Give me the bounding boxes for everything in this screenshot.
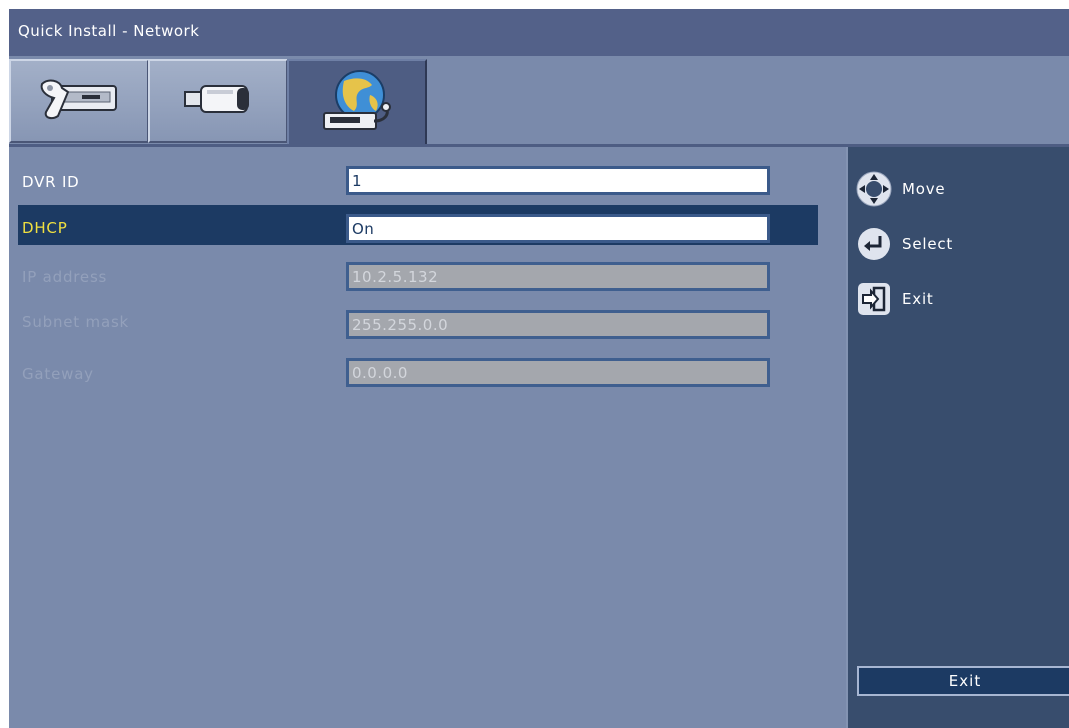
navigation-pad-icon — [854, 169, 894, 209]
ip-address-field: 10.2.5.132 — [346, 262, 770, 291]
hint-exit: Exit — [854, 279, 934, 319]
tab-camera[interactable] — [148, 59, 288, 143]
gateway-label: Gateway — [22, 365, 94, 383]
tab-bar — [9, 56, 1069, 146]
gateway-field: 0.0.0.0 — [346, 358, 770, 387]
hint-select: Select — [854, 224, 953, 264]
network-globe-icon — [314, 65, 400, 143]
ip-address-label: IP address — [22, 268, 108, 286]
title-bar: Quick Install - Network — [9, 9, 1069, 56]
dhcp-select[interactable]: On — [346, 214, 770, 243]
hint-move-label: Move — [902, 180, 946, 198]
dvr-settings-icon — [36, 76, 122, 126]
tab-dvr-settings[interactable] — [9, 59, 149, 143]
tab-network[interactable] — [287, 59, 427, 146]
subnet-mask-field: 255.255.0.0 — [346, 310, 770, 339]
subnet-mask-label: Subnet mask — [22, 313, 130, 331]
quick-install-screen: Quick Install - Network DVR ID 1 DHCP On… — [9, 9, 1069, 728]
hint-select-label: Select — [902, 235, 954, 253]
window-title: Quick Install - Network — [18, 22, 200, 40]
enter-icon — [854, 224, 894, 264]
camera-icon — [175, 76, 261, 126]
exit-button[interactable]: Exit — [857, 666, 1069, 696]
key-hints-panel: Move Select Exit Exit — [846, 147, 1069, 728]
dvr-id-field[interactable]: 1 — [346, 166, 770, 195]
hint-move: Move — [854, 169, 945, 209]
dhcp-label: DHCP — [22, 219, 68, 237]
dvr-id-label: DVR ID — [22, 173, 80, 191]
exit-icon — [854, 279, 894, 319]
hint-exit-label: Exit — [902, 290, 934, 308]
